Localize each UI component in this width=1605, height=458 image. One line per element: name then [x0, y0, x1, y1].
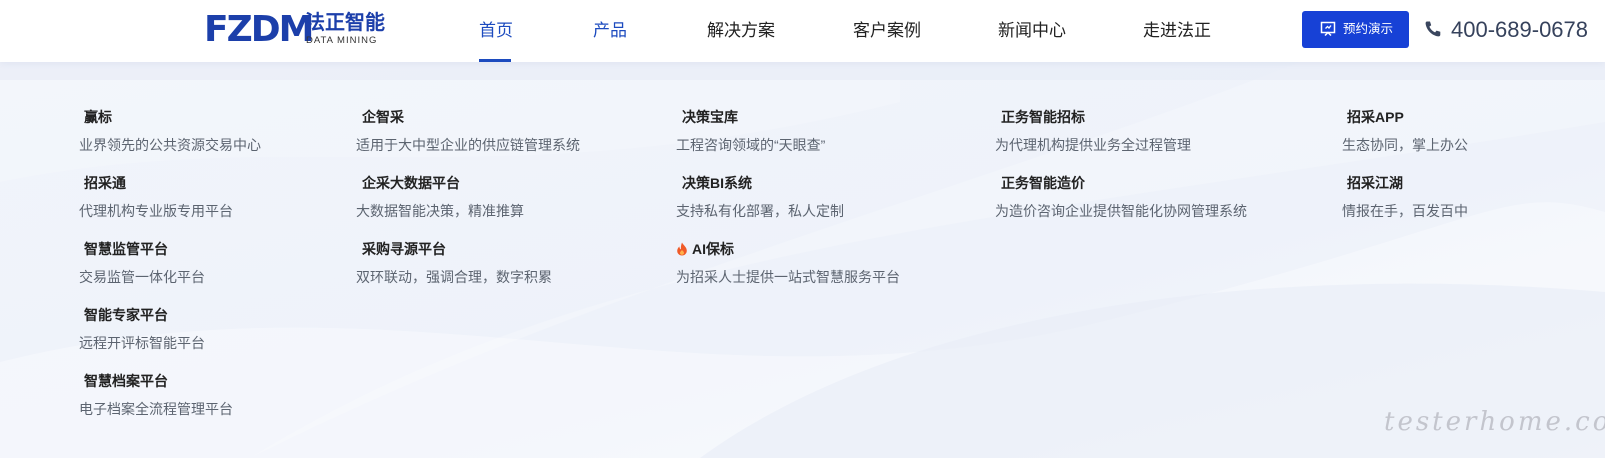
product-title-procurement-bigdata[interactable]: 企采大数据平台 — [362, 174, 460, 192]
presentation-icon — [1320, 21, 1336, 37]
book-demo-label: 预约演示 — [1343, 22, 1394, 36]
product-desc-smart-costing: 为造价咨询企业提供智能化协网管理系统 — [995, 203, 1247, 219]
top-navigation-bar: FZDM 法正智能 DATA MINING 首页 产品 解决方案 客户案例 新闻… — [0, 0, 1605, 62]
nav-item-home[interactable]: 首页 — [479, 20, 513, 42]
logo-chinese-name: 法正智能 — [305, 12, 385, 34]
phone-icon — [1425, 21, 1441, 37]
product-title-expert-platform[interactable]: 智能专家平台 — [84, 306, 168, 324]
product-desc-smart-bidding: 为代理机构提供业务全过程管理 — [995, 137, 1191, 153]
product-title-ai-baobiao[interactable]: AI保标 — [676, 240, 734, 258]
product-desc-archive-platform: 电子档案全流程管理平台 — [79, 401, 233, 417]
phone-number[interactable]: 400-689-0678 — [1451, 17, 1588, 43]
product-title-zhaocaitong[interactable]: 招采通 — [84, 174, 126, 192]
product-desc-procurement-bigdata: 大数据智能决策，精准推算 — [356, 203, 524, 219]
nav-item-customer-cases[interactable]: 客户案例 — [853, 20, 921, 42]
product-desc-sourcing-platform: 双环联动，强调合理，数字积累 — [356, 269, 552, 285]
logo-tagline: DATA MINING — [306, 35, 378, 46]
product-desc-decision-bi: 支持私有化部署，私人定制 — [676, 203, 844, 219]
product-title-archive-platform[interactable]: 智慧档案平台 — [84, 372, 168, 390]
product-title-procurement-jianghu[interactable]: 招采江湖 — [1347, 174, 1403, 192]
nav-item-news-center[interactable]: 新闻中心 — [998, 20, 1066, 42]
product-title-sourcing-platform[interactable]: 采购寻源平台 — [362, 240, 446, 258]
product-title-smart-costing[interactable]: 正务智能造价 — [1001, 174, 1085, 192]
nav-item-about[interactable]: 走进法正 — [1143, 20, 1211, 42]
product-desc-procurement-app: 生态协同，掌上办公 — [1342, 137, 1468, 153]
active-nav-indicator — [479, 59, 511, 62]
product-desc-ai-baobiao: 为招采人士提供一站式智慧服务平台 — [676, 269, 900, 285]
product-desc-yingbiao: 业界领先的公共资源交易中心 — [79, 137, 261, 153]
product-title-supervision-platform[interactable]: 智慧监管平台 — [84, 240, 168, 258]
product-title-procurement-app[interactable]: 招采APP — [1347, 108, 1404, 126]
product-title-decision-bi[interactable]: 决策BI系统 — [682, 174, 752, 192]
products-mega-menu: 赢标 业界领先的公共资源交易中心 招采通 代理机构专业版专用平台 智慧监管平台 … — [0, 62, 1605, 458]
product-desc-qizhicai: 适用于大中型企业的供应链管理系统 — [356, 137, 580, 153]
product-desc-decision-library: 工程咨询领域的“天眼查” — [676, 137, 826, 153]
book-demo-button[interactable]: 预约演示 — [1302, 11, 1409, 48]
product-desc-supervision-platform: 交易监管一体化平台 — [79, 269, 205, 285]
site-watermark: testerhome.com — [1384, 407, 1605, 437]
product-title-smart-bidding[interactable]: 正务智能招标 — [1001, 108, 1085, 126]
nav-item-solutions[interactable]: 解决方案 — [707, 20, 775, 42]
product-desc-expert-platform: 远程开评标智能平台 — [79, 335, 205, 351]
product-title-decision-library[interactable]: 决策宝库 — [682, 108, 738, 126]
product-desc-zhaocaitong: 代理机构专业版专用平台 — [79, 203, 233, 219]
product-title-yingbiao[interactable]: 赢标 — [84, 108, 112, 126]
logo-wordmark: FZDM — [204, 9, 314, 50]
nav-item-products[interactable]: 产品 — [593, 20, 627, 42]
product-desc-procurement-jianghu: 情报在手，百发百中 — [1342, 203, 1468, 219]
fire-icon — [677, 242, 687, 256]
product-title-qizhicai[interactable]: 企智采 — [362, 108, 404, 126]
product-title-ai-baobiao-label: AI保标 — [692, 241, 734, 257]
